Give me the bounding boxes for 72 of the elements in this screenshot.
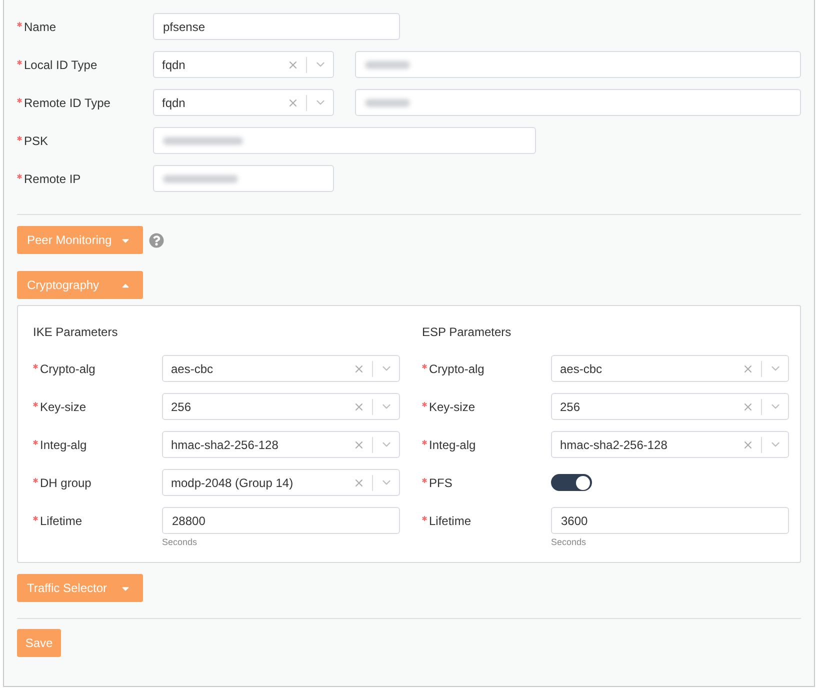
field-label: Integ-alg [40, 436, 87, 454]
required-asterisk-icon [17, 174, 22, 178]
required-asterisk-icon [17, 22, 22, 26]
clear-icon[interactable] [353, 438, 365, 450]
input-field[interactable] [153, 165, 334, 192]
required-asterisk-icon [422, 440, 427, 444]
clear-icon[interactable] [353, 400, 365, 412]
select-field[interactable]: 256 [551, 393, 789, 420]
hint-text: Seconds [162, 536, 198, 549]
help-icon[interactable] [149, 232, 164, 248]
blurred-text-drawing [365, 60, 410, 68]
select-value: hmac-sha2-256-128 [171, 436, 280, 454]
required-asterisk-icon [33, 364, 38, 368]
select-field[interactable]: modp-2048 (Group 14) [162, 469, 400, 496]
select-field[interactable]: aes-cbc [162, 355, 400, 382]
column-title: IKE Parameters [33, 324, 119, 341]
input-field[interactable]: pfsense [153, 13, 400, 40]
field-label: Key-size [429, 398, 476, 416]
input-field[interactable]: 3600 [551, 507, 789, 534]
select-field[interactable]: 256 [162, 393, 400, 420]
clear-icon[interactable] [287, 58, 299, 70]
select-value: aes-cbc [560, 360, 604, 378]
required-asterisk-icon [17, 136, 22, 140]
field-label: Lifetime [40, 512, 82, 530]
required-asterisk-icon [33, 440, 38, 444]
clear-icon[interactable] [742, 438, 754, 450]
clear-icon[interactable] [742, 400, 754, 412]
select-value: modp-2048 (Group 14) [171, 474, 294, 492]
required-asterisk-icon [422, 402, 427, 406]
field-label: Remote ID Type [24, 94, 110, 112]
clear-icon[interactable] [287, 96, 299, 108]
clear-icon[interactable] [742, 362, 754, 374]
field-label: Integ-alg [429, 436, 476, 454]
clear-icon[interactable] [353, 362, 365, 374]
required-asterisk-icon [422, 516, 427, 520]
required-asterisk-icon [33, 402, 38, 406]
field-label: Local ID Type [24, 56, 98, 74]
select-value: hmac-sha2-256-128 [560, 436, 668, 454]
select-value: 256 [560, 398, 582, 416]
field-label: Crypto-alg [429, 360, 484, 378]
select-value: fqdn [162, 56, 186, 74]
select-field[interactable]: hmac-sha2-256-128 [162, 431, 400, 458]
input-field[interactable] [355, 51, 801, 78]
field-label: DH group [40, 474, 92, 492]
field-label: Crypto-alg [40, 360, 96, 378]
input-field[interactable]: 28800 [162, 507, 400, 534]
select-field[interactable]: hmac-sha2-256-128 [551, 431, 789, 458]
required-asterisk-icon [33, 478, 38, 482]
select-field[interactable]: fqdn [153, 51, 334, 78]
required-asterisk-icon [422, 364, 427, 368]
select-field[interactable]: aes-cbc [551, 355, 789, 382]
required-asterisk-icon [17, 60, 22, 64]
select-value: fqdn [162, 94, 186, 112]
field-label: Remote IP [24, 170, 81, 188]
clear-icon[interactable] [353, 476, 365, 488]
hint-text: Seconds [551, 536, 586, 549]
field-label: PFS [429, 474, 452, 492]
select-field[interactable]: fqdn [153, 89, 334, 116]
select-value: 256 [171, 398, 192, 416]
field-label: Key-size [40, 398, 86, 416]
select-value: aes-cbc [171, 360, 214, 378]
required-asterisk-icon [422, 478, 427, 482]
field-label: Lifetime [429, 512, 472, 530]
input-field[interactable] [355, 89, 801, 116]
field-label: Name [24, 18, 56, 36]
blurred-text-drawing [365, 98, 410, 106]
input-field[interactable] [153, 127, 536, 154]
field-label: PSK [24, 132, 48, 150]
toggle-switch[interactable] [551, 474, 592, 491]
column-title: ESP Parameters [422, 324, 512, 341]
required-asterisk-icon [33, 516, 38, 520]
required-asterisk-icon [17, 98, 22, 102]
